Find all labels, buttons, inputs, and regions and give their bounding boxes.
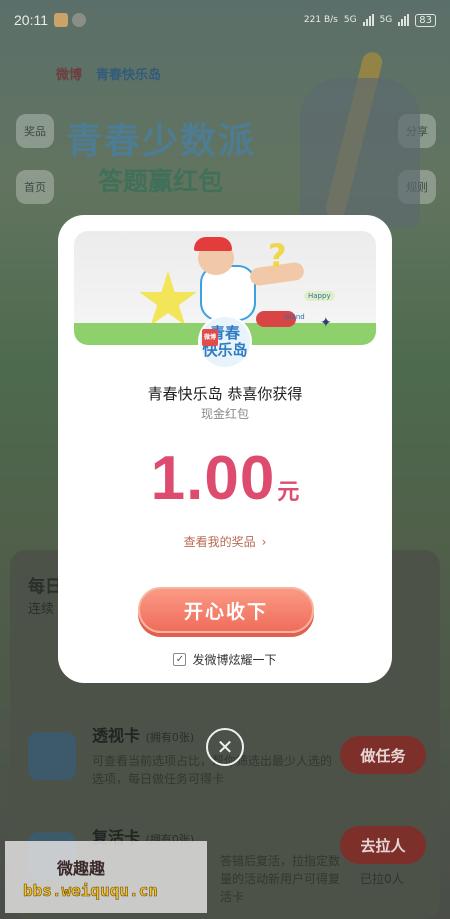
watermark-name: 微趣趣	[57, 859, 106, 878]
network-speed: 221 B/s	[303, 15, 338, 25]
prize-type: 现金红包	[200, 407, 249, 421]
amount-value: 1.00	[150, 444, 276, 513]
reward-dialog: ? Happy island ✦ 微博 青春 快乐岛 青春快乐岛 恭喜你获得 现…	[58, 215, 392, 683]
island-tag: island	[284, 313, 305, 321]
daily-subtitle: 连续	[28, 602, 55, 617]
chevron-right-icon: ›	[261, 535, 267, 549]
xray-card-title: 透视卡 (拥有0张)	[92, 726, 195, 745]
sparkle-icon: ✦	[320, 315, 332, 331]
status-right: 221 B/s 5G 5G 83	[303, 13, 436, 27]
xray-card-icon	[28, 732, 76, 780]
kid-cap	[194, 237, 232, 251]
daily-title: 每日	[28, 577, 62, 597]
view-my-prizes-link[interactable]: 查看我的奖品 ›	[58, 533, 392, 550]
island-badge-logo: 微博 青春 快乐岛	[198, 315, 252, 369]
hero-title: 青春少数派	[66, 121, 257, 162]
accept-button[interactable]: 开心收下	[138, 587, 314, 633]
prize-amount: 1.00元	[58, 443, 392, 514]
share-checkbox[interactable]: ✓	[173, 653, 187, 666]
do-task-button[interactable]: 做任务	[340, 736, 426, 774]
weibo-logo: 微博	[56, 68, 83, 83]
star-shape	[139, 271, 197, 326]
question-mark-icon: ?	[268, 237, 287, 275]
signal-label-2: 5G	[379, 15, 393, 25]
signal-icon-2	[398, 14, 410, 26]
invited-count: 已拉0人	[360, 872, 404, 886]
island-logo: 青春快乐岛	[96, 68, 162, 83]
home-side-button[interactable]: 首页	[16, 170, 54, 204]
notification-icons	[54, 13, 86, 27]
status-bar: 20:11 221 B/s 5G 5G 83	[0, 0, 450, 40]
status-time: 20:11	[14, 12, 48, 28]
watermark-url: bbs.weiququ.cn	[23, 881, 158, 901]
signal-label-1: 5G	[343, 15, 357, 25]
watermark: 微趣趣 bbs.weiququ.cn	[5, 841, 207, 913]
close-icon[interactable]: ✕	[206, 728, 244, 766]
revive-card-desc: 答错后复活，拉指定数量的活动新用户可得复活卡	[220, 854, 341, 904]
happy-tag: Happy	[304, 291, 335, 301]
share-to-weibo-option[interactable]: ✓ 发微博炫耀一下	[58, 651, 392, 668]
signal-icon	[362, 14, 374, 26]
hero-subtitle: 答题赢红包	[98, 167, 224, 196]
invite-button[interactable]: 去拉人	[340, 826, 426, 864]
congrats-text: 青春快乐岛 恭喜你获得	[147, 385, 303, 403]
brand-bar: 微博 青春快乐岛	[56, 64, 161, 83]
amount-unit: 元	[277, 480, 300, 505]
share-label: 发微博炫耀一下	[192, 653, 277, 667]
prize-side-button[interactable]: 奖品	[16, 114, 54, 148]
weibo-notification-icon	[54, 13, 68, 27]
battery-icon: 83	[415, 13, 436, 27]
wechat-notification-icon	[72, 13, 86, 27]
hero-character-illustration	[300, 78, 420, 228]
